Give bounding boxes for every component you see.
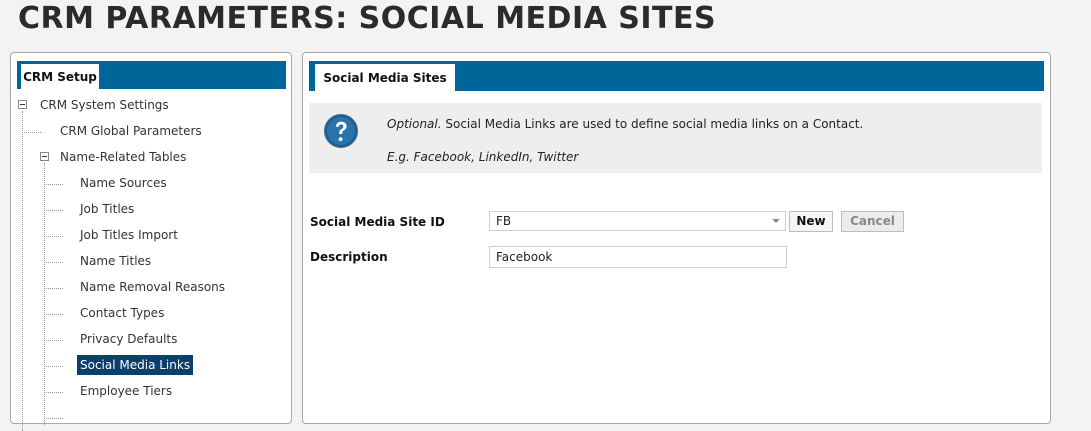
tree-connector bbox=[44, 184, 63, 185]
social-media-sites-panel: Social Media Sites Optional. Social Medi… bbox=[302, 52, 1051, 424]
collapse-toggle-icon[interactable] bbox=[40, 152, 49, 161]
tree-connector bbox=[44, 236, 63, 237]
description-label: Description bbox=[310, 250, 388, 264]
tree-item-job-titles-import[interactable]: Job Titles Import bbox=[77, 226, 181, 244]
page-title: CRM PARAMETERS: SOCIAL MEDIA SITES bbox=[18, 1, 717, 36]
tree-item-crm-system-settings[interactable]: CRM System Settings bbox=[37, 96, 172, 114]
tree-item-label: Name Sources bbox=[80, 176, 167, 190]
tree-item-label: Name Titles bbox=[80, 254, 152, 268]
crm-setup-panel: CRM Setup CRM System Settings CRM Global… bbox=[10, 52, 292, 431]
info-example: E.g. Facebook, LinkedIn, Twitter bbox=[387, 150, 579, 164]
help-icon bbox=[324, 114, 358, 148]
tree-item-name-sources[interactable]: Name Sources bbox=[77, 174, 170, 192]
tree-connector bbox=[44, 366, 63, 367]
tree-connector bbox=[44, 418, 63, 419]
tab-social-media-sites[interactable]: Social Media Sites bbox=[315, 64, 455, 92]
tree-item-name-related-tables[interactable]: Name-Related Tables bbox=[57, 148, 189, 166]
optional-label: Optional. bbox=[387, 117, 442, 131]
tree-item-crm-global-parameters[interactable]: CRM Global Parameters bbox=[57, 122, 205, 140]
tree-item-label: Contact Types bbox=[80, 306, 165, 320]
tree-item-label: Job Titles bbox=[80, 202, 135, 216]
tree-item-employee-tiers[interactable]: Employee Tiers bbox=[77, 382, 175, 400]
tree-connector bbox=[44, 163, 45, 425]
description-input[interactable] bbox=[489, 246, 787, 268]
tree-item-privacy-defaults[interactable]: Privacy Defaults bbox=[77, 330, 180, 348]
tree-connector bbox=[44, 314, 63, 315]
tree-connector bbox=[44, 392, 63, 393]
tree-item-label: Name-Related Tables bbox=[60, 150, 187, 164]
tree-item-label: Job Titles Import bbox=[80, 228, 178, 242]
tree-item-name-titles[interactable]: Name Titles bbox=[77, 252, 154, 270]
tree-connector bbox=[44, 288, 63, 289]
info-description: Optional. Social Media Links are used to… bbox=[387, 117, 863, 131]
tree-item-label: Social Media Links bbox=[77, 355, 194, 375]
crm-setup-tree: CRM System Settings CRM Global Parameter… bbox=[11, 53, 291, 431]
social-media-sites-tab-strip: Social Media Sites bbox=[309, 61, 1044, 92]
tree-item-contact-types[interactable]: Contact Types bbox=[77, 304, 167, 322]
info-box: Optional. Social Media Links are used to… bbox=[309, 103, 1042, 173]
tree-item-job-titles[interactable]: Job Titles bbox=[77, 200, 137, 218]
tree-item-label: Employee Tiers bbox=[80, 384, 173, 398]
info-description-text: Social Media Links are used to define so… bbox=[441, 117, 864, 131]
cancel-button[interactable]: Cancel bbox=[841, 211, 904, 232]
new-button[interactable]: New bbox=[789, 211, 833, 232]
site-id-label: Social Media Site ID bbox=[310, 215, 445, 229]
tree-item-label: Privacy Defaults bbox=[80, 332, 178, 346]
site-id-value: FB bbox=[496, 214, 512, 228]
tree-item-label: Name Removal Reasons bbox=[80, 280, 226, 294]
collapse-toggle-icon[interactable] bbox=[18, 100, 27, 109]
site-id-combo[interactable]: FB bbox=[489, 211, 786, 231]
tree-item-name-removal-reasons[interactable]: Name Removal Reasons bbox=[77, 278, 228, 296]
chevron-down-icon[interactable] bbox=[769, 214, 783, 228]
tree-item-social-media-links[interactable]: Social Media Links bbox=[77, 355, 194, 375]
tree-connector bbox=[44, 210, 63, 211]
tree-connector bbox=[44, 262, 63, 263]
tree-connector bbox=[22, 132, 41, 133]
tree-item-label: CRM System Settings bbox=[40, 98, 169, 112]
tree-connector bbox=[22, 111, 23, 431]
tree-item-label: CRM Global Parameters bbox=[60, 124, 202, 138]
tree-connector bbox=[44, 340, 63, 341]
